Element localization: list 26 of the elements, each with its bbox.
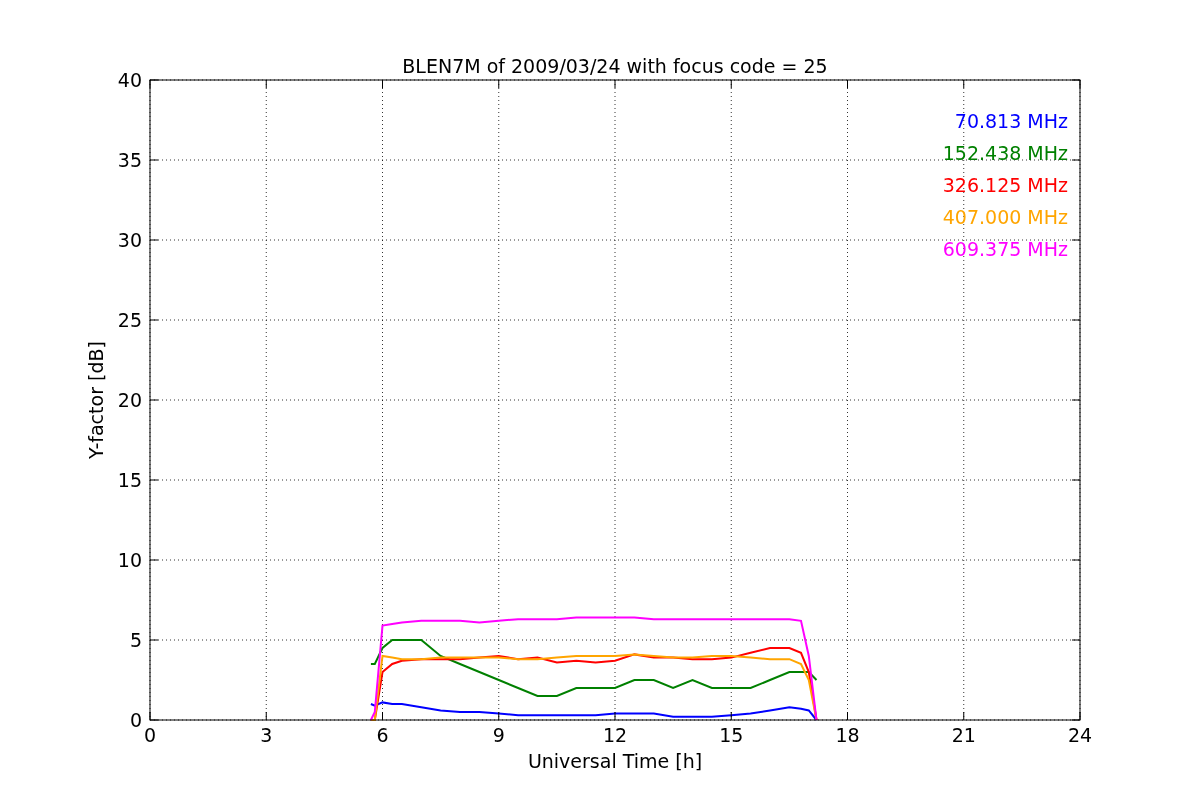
x-axis-label: Universal Time [h] [527, 750, 703, 772]
x-tick-label: 15 [719, 724, 744, 746]
legend-label: 609.375 MHz [942, 238, 1068, 260]
y-tick-label: 0 [129, 709, 142, 731]
x-tick-label: 3 [260, 724, 273, 746]
y-tick-label: 5 [129, 629, 142, 651]
x-tick-label: 6 [376, 724, 389, 746]
y-tick-label: 25 [117, 309, 142, 331]
y-axis-label: Y-factor [dB] [85, 341, 107, 459]
x-tick-label: 24 [1067, 724, 1093, 746]
x-tick-label: 12 [602, 724, 628, 746]
y-tick-label: 15 [117, 469, 142, 491]
y-tick-label: 20 [117, 389, 142, 411]
legend-label: 326.125 MHz [942, 174, 1068, 196]
x-tick-label: 9 [492, 724, 505, 746]
legend-label: 152.438 MHz [942, 142, 1068, 164]
x-tick-label: 18 [835, 724, 860, 746]
legend-label: 407.000 MHz [942, 206, 1068, 228]
legend-label: 70.813 MHz [954, 110, 1068, 132]
y-tick-label: 40 [117, 69, 142, 91]
y-tick-label: 10 [117, 549, 142, 571]
x-tick-label: 21 [951, 724, 976, 746]
chart-title: BLEN7M of 2009/03/24 with focus code = 25 [402, 55, 828, 77]
y-tick-label: 30 [117, 229, 142, 251]
y-tick-label: 35 [117, 149, 142, 171]
x-tick-label: 0 [143, 724, 157, 746]
